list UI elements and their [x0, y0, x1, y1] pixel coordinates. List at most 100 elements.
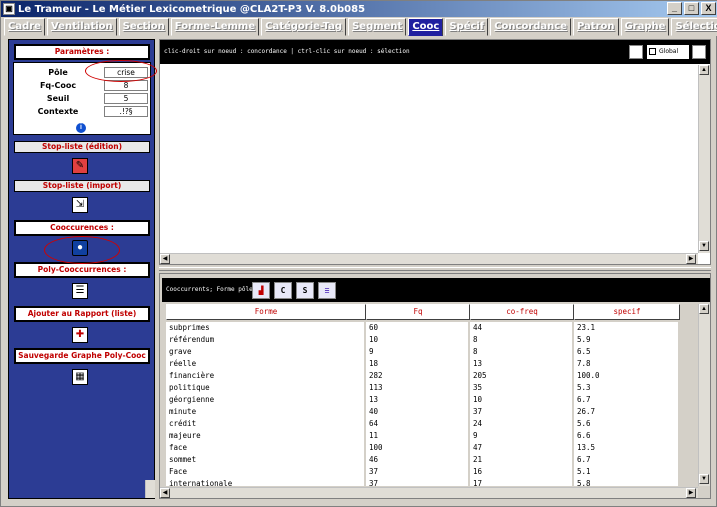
table-cell: 11	[366, 430, 470, 442]
table-cell: 13	[470, 358, 574, 370]
table-cell: 5.8	[574, 478, 680, 486]
table-row[interactable]: réelle 18 13 7.8	[166, 358, 680, 370]
scroll-left-arrow[interactable]: ◀	[160, 488, 170, 498]
column-header-co-freq[interactable]: co-freq	[470, 304, 574, 320]
pole-input[interactable]: crise	[104, 67, 148, 78]
table-cell: 5.9	[574, 334, 680, 346]
table-row[interactable]: minute 40 37 26.7	[166, 406, 680, 418]
column-header-forme[interactable]: Forme	[166, 304, 366, 320]
table-vscrollbar[interactable]: ▲ ▼	[698, 304, 710, 486]
chart-icon[interactable]: ▟	[252, 282, 270, 299]
table-row[interactable]: majeure 11 9 6.6	[166, 430, 680, 442]
fq-cooc-input[interactable]: 8	[104, 80, 148, 91]
left-scrollbar[interactable]	[145, 480, 155, 498]
seuil-input[interactable]: 5	[104, 93, 148, 104]
table-cell: face	[166, 442, 366, 454]
table-row[interactable]: face 100 47 13.5	[166, 442, 680, 454]
tab-selection[interactable]: Sélection	[671, 18, 717, 36]
cooc-graph-panel: clic-droit sur noeud : concordance | ctr…	[159, 39, 711, 265]
maximize-button[interactable]: □	[684, 2, 699, 15]
tab-cooc[interactable]: Cooc	[408, 18, 444, 36]
panel-splitter[interactable]	[159, 267, 711, 271]
list-view-icon[interactable]: ≡	[318, 282, 336, 299]
cooccurrents-table: Forme Fq co-freq specif subprimes 60 44 23.…	[166, 304, 696, 486]
param-label: Contexte	[37, 107, 79, 116]
tab-forme-lemme[interactable]: Forme-Lemme	[170, 18, 260, 36]
scroll-down-arrow[interactable]: ▼	[699, 241, 709, 251]
table-row[interactable]: référendum 10 8 5.9	[166, 334, 680, 346]
export-s-icon[interactable]: S	[296, 282, 314, 299]
table-row[interactable]: géorgienne 13 10 6.7	[166, 394, 680, 406]
table-cell: 5.6	[574, 418, 680, 430]
graph-layout-icon[interactable]: ▦	[629, 45, 643, 59]
cooccurrences-run-icon[interactable]: ●	[72, 240, 88, 256]
table-row[interactable]: financière 282 205 100.0	[166, 370, 680, 382]
table-cell: 5.1	[574, 466, 680, 478]
global-checkbox[interactable]: Global	[647, 45, 689, 59]
save-graph-label: Sauvegarde Graphe Poly-Cooc	[14, 348, 150, 364]
table-row[interactable]: politique 113 35 5.3	[166, 382, 680, 394]
close-button[interactable]: X	[701, 2, 716, 15]
table-cell: 37	[470, 406, 574, 418]
table-cell: 9	[470, 430, 574, 442]
tab-ventilation[interactable]: Ventilation	[46, 18, 117, 36]
table-hscrollbar[interactable]: ◀ ▶	[160, 487, 698, 498]
minimize-button[interactable]: _	[667, 2, 682, 15]
graph-export-icon[interactable]: ✦	[692, 45, 706, 59]
table-cell: 282	[366, 370, 470, 382]
column-header-specif[interactable]: specif	[574, 304, 680, 320]
graph-vscrollbar[interactable]: ▲ ▼	[698, 65, 710, 253]
table-cell: Face	[166, 466, 366, 478]
scroll-right-arrow[interactable]: ▶	[686, 254, 696, 264]
add-report-icon[interactable]: ✚	[72, 327, 88, 343]
cooc-parameters-panel: Paramètres : Pôle crise Fq-Cooc 8 Seuil …	[8, 39, 155, 499]
export-csv-icon[interactable]: C	[274, 282, 292, 299]
table-cell: 18	[366, 358, 470, 370]
table-cell: 17	[470, 478, 574, 486]
cooccurrences-label: Cooccurences :	[14, 220, 150, 236]
column-header-fq[interactable]: Fq	[366, 304, 470, 320]
scroll-right-arrow[interactable]: ▶	[686, 488, 696, 498]
params-title: Paramètres :	[14, 44, 150, 60]
table-cell: 8	[470, 346, 574, 358]
tab-patron[interactable]: Patron	[573, 18, 619, 36]
info-icon[interactable]: i	[76, 123, 86, 133]
stoplist-edit-icon[interactable]: ✎	[72, 158, 88, 174]
poly-cooccurrences-label: Poly-Cooccurrences :	[14, 262, 150, 278]
table-cell: 10	[366, 334, 470, 346]
poly-cooccurrences-icon[interactable]: ☰	[72, 283, 88, 299]
contexte-input[interactable]: .!?§	[104, 106, 148, 117]
tab-segment[interactable]: Segment	[348, 18, 407, 36]
app-icon: ▣	[3, 3, 15, 15]
scroll-left-arrow[interactable]: ◀	[160, 254, 170, 264]
table-cell: 60	[366, 322, 470, 334]
table-cell: 100	[366, 442, 470, 454]
tab-section[interactable]: Section	[118, 18, 169, 36]
tab-categorie-tag[interactable]: Catégorie-Tag	[261, 18, 347, 36]
table-row[interactable]: sommet 46 21 6.7	[166, 454, 680, 466]
tab-cadre[interactable]: Cadre	[4, 18, 45, 36]
scroll-down-arrow[interactable]: ▼	[699, 474, 709, 484]
table-cell: 26.7	[574, 406, 680, 418]
table-cell: 113	[366, 382, 470, 394]
table-row[interactable]: subprimes 60 44 23.1	[166, 322, 680, 334]
save-graph-icon[interactable]: ▦	[72, 369, 88, 385]
table-cell: 44	[470, 322, 574, 334]
scroll-up-arrow[interactable]: ▲	[699, 304, 709, 314]
tab-concordance[interactable]: Concordance	[490, 18, 571, 36]
table-cell: crédit	[166, 418, 366, 430]
tab-specif[interactable]: Spécif	[445, 18, 489, 36]
tab-graphe[interactable]: Graphe	[620, 18, 670, 36]
table-row[interactable]: Face 37 16 5.1	[166, 466, 680, 478]
stoplist-import-label: Stop-liste (import)	[14, 180, 150, 192]
stoplist-import-icon[interactable]: ⇲	[72, 197, 88, 213]
table-row[interactable]: crédit 64 24 5.6	[166, 418, 680, 430]
table-cell: 21	[470, 454, 574, 466]
scroll-up-arrow[interactable]: ▲	[699, 65, 709, 75]
table-row[interactable]: grave 9 8 6.5	[166, 346, 680, 358]
table-cell: 6.7	[574, 394, 680, 406]
window-controls: _ □ X	[667, 2, 716, 15]
table-row[interactable]: internationale 37 17 5.8	[166, 478, 680, 486]
graph-hscrollbar[interactable]: ◀ ▶	[160, 253, 698, 264]
stoplist-edit-label: Stop-liste (édition)	[14, 141, 150, 153]
